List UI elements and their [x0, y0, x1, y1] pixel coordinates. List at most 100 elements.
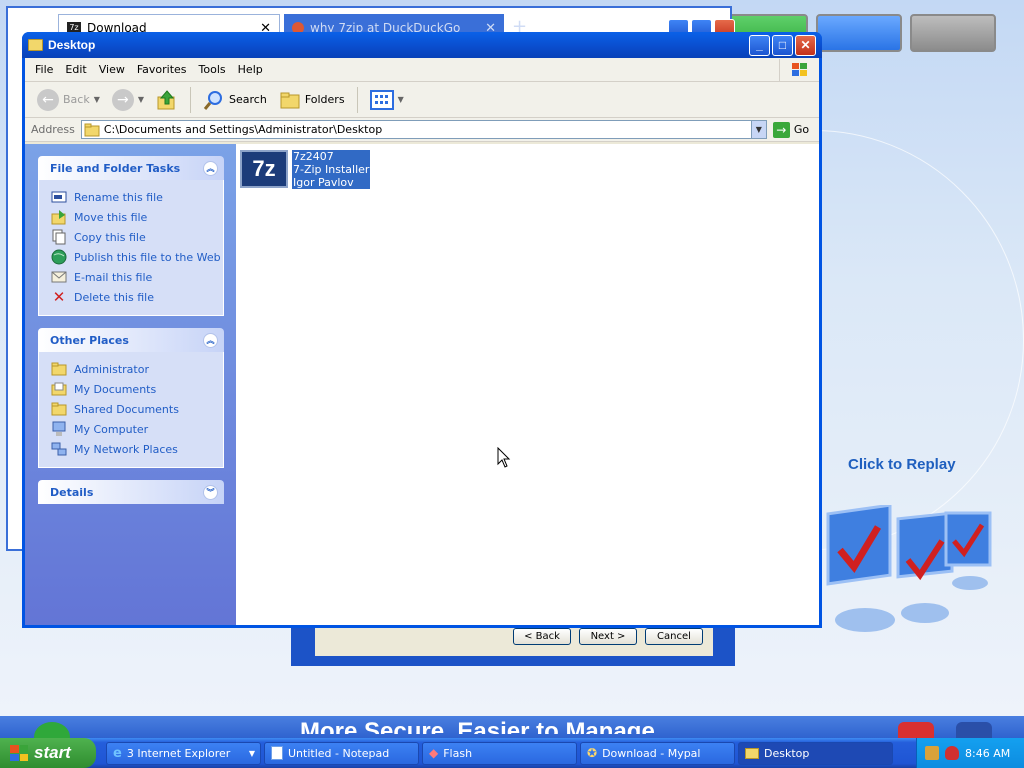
file-item-7z2407[interactable]: 7z 7z2407 7-Zip Installer Igor Pavlov — [240, 150, 371, 189]
chevron-up-icon[interactable]: ︽ — [203, 160, 218, 176]
file-list-area[interactable]: 7z 7z2407 7-Zip Installer Igor Pavlov — [236, 144, 819, 625]
task-rename-file[interactable]: Rename this file — [51, 187, 223, 207]
file-name: 7z2407 — [293, 150, 334, 163]
go-button[interactable]: → Go — [772, 121, 810, 138]
details-panel: Details ︾ — [38, 480, 224, 504]
monitors-illustration-icon — [826, 505, 992, 632]
task-copy-file[interactable]: Copy this file — [51, 227, 223, 247]
window-title: Desktop — [48, 38, 96, 52]
other-places-panel: Other Places ︽ Administrator My Document… — [38, 328, 224, 468]
menu-tools[interactable]: Tools — [195, 63, 234, 76]
computer-icon — [51, 421, 67, 437]
title-bar[interactable]: Desktop _ □ ✕ — [22, 32, 822, 58]
click-to-replay-link[interactable]: Click to Replay — [848, 456, 956, 473]
file-company: Igor Pavlov — [293, 176, 354, 189]
place-my-network-places[interactable]: My Network Places — [51, 439, 223, 459]
taskbar-mypal[interactable]: ✪ Download - Mypal — [580, 741, 735, 765]
chevron-down-icon: ▼ — [248, 748, 255, 758]
installer-back-button[interactable]: < Back — [513, 628, 571, 645]
other-places-list: Administrator My Documents Shared Docume… — [38, 352, 224, 468]
views-button[interactable]: ▼ — [366, 88, 408, 112]
chevron-down-icon[interactable]: ︾ — [203, 484, 218, 500]
globe-icon — [51, 249, 67, 265]
chevron-up-icon[interactable]: ︽ — [203, 332, 218, 348]
menu-edit[interactable]: Edit — [61, 63, 94, 76]
taskbar-notepad[interactable]: Untitled - Notepad — [264, 741, 419, 765]
taskbar-flash[interactable]: ◆ Flash — [422, 741, 577, 765]
taskbar-internet-explorer[interactable]: e 3 Internet Explorer ▼ — [106, 741, 261, 765]
place-label: Administrator — [74, 362, 149, 376]
clock[interactable]: 8:46 AM — [965, 747, 1010, 760]
rename-icon — [51, 189, 67, 205]
flash-blue-button[interactable] — [816, 14, 902, 52]
mypal-icon: ✪ — [587, 746, 598, 760]
place-label: My Computer — [74, 422, 149, 436]
address-value: C:\Documents and Settings\Administrator\… — [103, 123, 383, 136]
menu-help[interactable]: Help — [234, 63, 271, 76]
forward-button[interactable]: → ▼ — [108, 87, 148, 113]
folder-icon — [745, 747, 759, 759]
other-places-header[interactable]: Other Places ︽ — [38, 328, 224, 352]
maximize-button[interactable]: □ — [772, 34, 793, 56]
folders-button[interactable]: Folders — [275, 88, 349, 112]
chevron-down-icon: ▼ — [397, 95, 404, 104]
file-folder-tasks-header[interactable]: File and Folder Tasks ︽ — [38, 156, 224, 180]
details-header[interactable]: Details ︾ — [38, 480, 224, 504]
taskbar-desktop[interactable]: Desktop — [738, 741, 893, 765]
mouse-cursor-icon — [497, 447, 511, 468]
panel-title: Details — [50, 485, 94, 499]
place-administrator[interactable]: Administrator — [51, 359, 223, 379]
go-label: Go — [793, 123, 810, 136]
address-field[interactable]: C:\Documents and Settings\Administrator\… — [80, 120, 767, 139]
flash-gray-button[interactable] — [910, 14, 996, 52]
back-label: Back — [63, 93, 90, 106]
search-icon — [203, 90, 223, 110]
place-shared-documents[interactable]: Shared Documents — [51, 399, 223, 419]
back-arrow-icon: ← — [37, 88, 59, 111]
close-button[interactable]: ✕ — [795, 34, 816, 56]
menu-file[interactable]: File — [31, 63, 61, 76]
start-button[interactable]: start — [0, 738, 96, 768]
window-body: File Edit View Favorites Tools Help ← Ba… — [25, 58, 819, 625]
task-label: Delete this file — [74, 290, 154, 304]
back-button[interactable]: ← Back ▼ — [33, 87, 104, 113]
place-my-computer[interactable]: My Computer — [51, 419, 223, 439]
system-tray: 8:46 AM — [916, 738, 1024, 768]
internet-explorer-icon: e — [113, 745, 122, 761]
task-move-file[interactable]: Move this file — [51, 207, 223, 227]
task-delete-file[interactable]: ✕ Delete this file — [51, 287, 223, 307]
folder-icon — [28, 39, 43, 51]
copy-icon — [51, 229, 67, 245]
chevron-down-icon[interactable]: ▼ — [94, 95, 100, 104]
menu-favorites[interactable]: Favorites — [133, 63, 195, 76]
network-tray-icon[interactable] — [925, 746, 939, 760]
menu-view[interactable]: View — [95, 63, 133, 76]
standard-toolbar: ← Back ▼ → ▼ Search Folders ▼ — [25, 82, 819, 118]
explorer-window: Desktop _ □ ✕ File Edit View Favorites T… — [22, 32, 822, 628]
minimize-button[interactable]: _ — [749, 34, 770, 56]
folders-icon — [280, 92, 300, 108]
up-folder-icon — [157, 89, 175, 109]
task-label: Copy this file — [74, 230, 146, 244]
security-shield-icon[interactable] — [945, 746, 959, 760]
windows-flag-icon — [10, 745, 28, 761]
search-button[interactable]: Search — [199, 87, 271, 113]
task-label: Download - Mypal — [602, 746, 701, 760]
file-folder-tasks-list: Rename this file Move this file Copy thi… — [38, 180, 224, 316]
forward-arrow-icon: → — [111, 88, 134, 111]
network-icon — [51, 441, 67, 457]
toolbar-separator — [356, 86, 358, 113]
menu-bar: File Edit View Favorites Tools Help — [25, 58, 819, 82]
installer-cancel-button[interactable]: Cancel — [645, 628, 703, 645]
up-button[interactable] — [152, 87, 182, 113]
address-label: Address — [31, 123, 75, 136]
chevron-down-icon[interactable]: ▼ — [750, 121, 766, 138]
chevron-down-icon[interactable]: ▼ — [138, 95, 144, 104]
toolbar-separator — [190, 86, 192, 113]
installer-next-button[interactable]: Next > — [579, 628, 637, 645]
views-icon — [369, 89, 394, 110]
task-email-file[interactable]: E-mail this file — [51, 267, 223, 287]
move-icon — [51, 209, 67, 225]
task-publish-web[interactable]: Publish this file to the Web — [51, 247, 223, 267]
place-my-documents[interactable]: My Documents — [51, 379, 223, 399]
